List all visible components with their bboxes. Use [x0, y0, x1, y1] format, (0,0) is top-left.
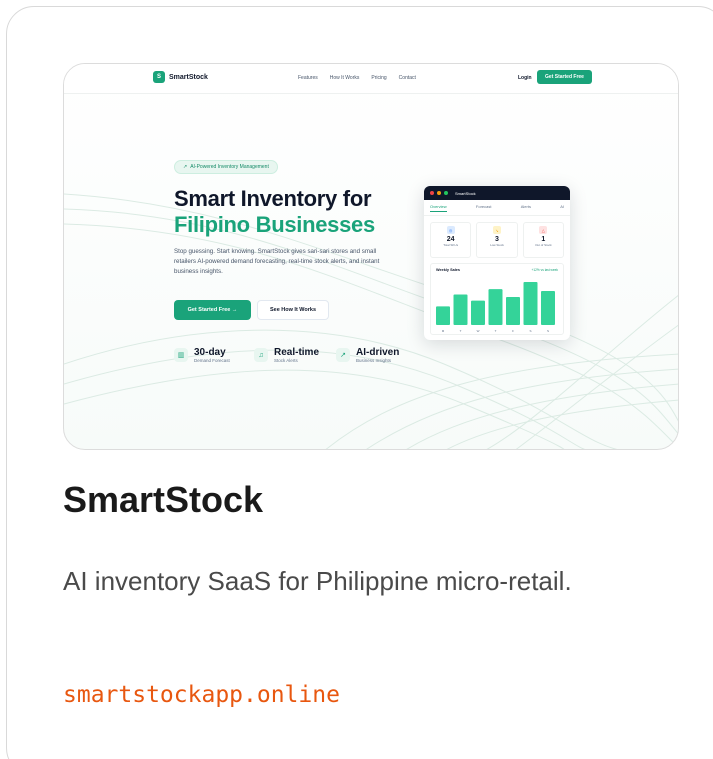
hero-subtext: Stop guessing. Start knowing. SmartStock… — [174, 248, 380, 275]
warning-icon: △ — [539, 226, 548, 234]
window-maximize-dot — [444, 191, 448, 195]
sales-bar — [436, 306, 450, 325]
preview-logo[interactable]: S SmartStock — [153, 71, 208, 83]
project-card[interactable]: S SmartStock Features How It Works Prici… — [6, 6, 713, 759]
project-url-link[interactable]: smartstockapp.online — [63, 682, 340, 708]
window-minimize-dot — [437, 191, 441, 195]
trend-down-icon: ↘ — [492, 226, 501, 234]
sales-bar — [488, 289, 503, 325]
nav-login-link[interactable]: Login — [518, 75, 532, 81]
hero-see-how-button[interactable]: See How It Works — [257, 300, 329, 320]
dashboard-app-title: SmartStock — [455, 190, 476, 196]
sales-bar — [541, 290, 555, 325]
ai-powered-badge: ↗ AI-Powered Inventory Management — [174, 160, 278, 174]
logo-mark-icon: S — [153, 71, 165, 83]
stat-value: 30-day — [194, 347, 226, 358]
kpi-out-of-stock: △ 1 Out of Stock — [522, 222, 564, 258]
sales-bar — [471, 300, 485, 325]
preview-navbar: S SmartStock Features How It Works Prici… — [64, 64, 678, 94]
stat-value: Real-time — [274, 347, 320, 358]
badge-label: AI-Powered Inventory Management — [190, 164, 269, 170]
nav-link-features[interactable]: Features — [298, 75, 318, 81]
dashboard-tabs: Overview Forecast Alerts AI — [424, 200, 570, 216]
day-label: T — [460, 329, 462, 333]
stat-alerts: ♫ Real-time Stock Alerts — [254, 347, 319, 363]
stat-label: Business Insights — [356, 358, 392, 363]
sales-bar — [506, 297, 520, 325]
day-label: S — [529, 329, 531, 333]
kpi-label: Out of Stock — [535, 243, 552, 247]
sales-bar — [453, 294, 468, 325]
day-label: S — [547, 329, 549, 333]
bar-chart-icon: ▥ — [174, 348, 188, 362]
project-title: SmartStock — [63, 479, 264, 520]
nav-link-how-it-works[interactable]: How It Works — [330, 75, 360, 81]
kpi-value: 3 — [495, 236, 499, 243]
nav-link-contact[interactable]: Contact — [399, 75, 416, 81]
bell-icon: ♫ — [254, 348, 268, 362]
project-description: AI inventory SaaS for Philippine micro-r… — [63, 566, 572, 596]
day-label: M — [442, 329, 445, 333]
day-label: F — [512, 329, 514, 333]
kpi-low-stock: ↘ 3 Low Stock — [476, 222, 518, 258]
kpi-row: ◎ 24 Total SKUs ↘ 3 Low Stock △ 1 Out of… — [424, 216, 570, 258]
trend-icon: ↗ — [183, 164, 188, 170]
nav-get-started-button[interactable]: Get Started Free — [537, 70, 592, 84]
stat-insights: ↗ AI-driven Business Insights — [336, 347, 399, 363]
hero-get-started-button[interactable]: Get Started Free → — [174, 300, 251, 320]
kpi-value: 24 — [446, 236, 455, 243]
weekly-sales-panel: Weekly Sales +12% vs last week MTWTFSS — [430, 263, 564, 335]
stat-value: AI-driven — [356, 347, 400, 358]
tab-forecast[interactable]: Forecast — [476, 204, 492, 212]
tab-overview[interactable]: Overview — [430, 204, 447, 212]
trend-up-icon: ↗ — [336, 348, 350, 362]
dashboard-titlebar: SmartStock — [424, 186, 570, 200]
preview-nav-links: Features How It Works Pricing Contact — [298, 75, 416, 81]
weekly-sales-bars: MTWTFSS — [436, 282, 555, 333]
stat-label: Stock Alerts — [274, 358, 298, 363]
nav-link-pricing[interactable]: Pricing — [371, 75, 386, 81]
day-label: W — [477, 329, 480, 333]
stat-forecast: ▥ 30-day Demand Forecast — [174, 347, 230, 363]
day-label: T — [495, 329, 497, 333]
kpi-label: Low Stock — [490, 243, 504, 247]
project-thumbnail[interactable]: S SmartStock Features How It Works Prici… — [63, 63, 679, 450]
kpi-total-skus: ◎ 24 Total SKUs — [430, 222, 472, 258]
sales-bar — [523, 282, 538, 325]
window-close-dot — [430, 191, 434, 195]
hero-headline-line1: Smart Inventory for — [174, 186, 372, 211]
box-icon: ◎ — [446, 226, 455, 234]
dashboard-mockup: SmartStock Overview Forecast Alerts AI ◎… — [424, 186, 570, 340]
kpi-label: Total SKUs — [443, 243, 459, 247]
tab-alerts[interactable]: Alerts — [521, 204, 531, 212]
tab-ai[interactable]: AI — [560, 204, 564, 212]
logo-text: SmartStock — [169, 73, 208, 81]
hero-headline-line2: Filipino Businesses — [174, 212, 375, 237]
stat-label: Demand Forecast — [194, 358, 230, 363]
kpi-value: 1 — [541, 236, 546, 243]
